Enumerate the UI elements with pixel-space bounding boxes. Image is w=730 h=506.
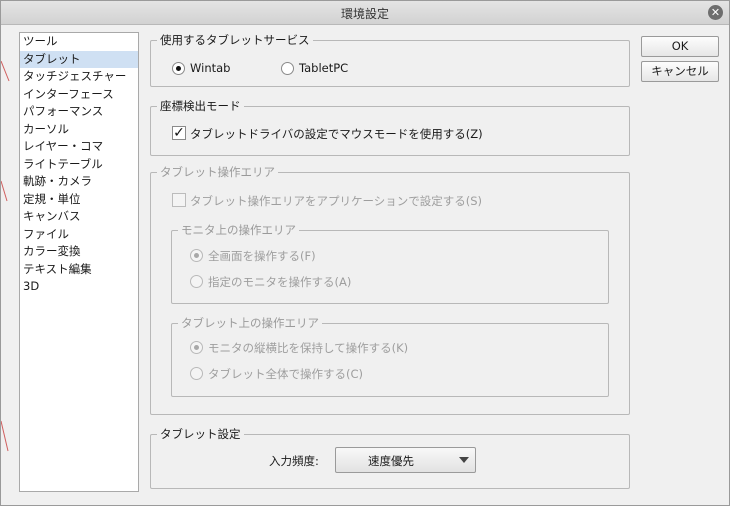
sidebar-item-layer-frame[interactable]: レイヤー・コマ	[20, 138, 138, 156]
full-screen-radio[interactable]	[190, 249, 203, 262]
tablet-area-legend: タブレット操作エリア	[160, 165, 275, 179]
sidebar-item-ruler-unit[interactable]: 定規・単位	[20, 191, 138, 209]
sidebar-item-text-edit[interactable]: テキスト編集	[20, 261, 138, 279]
tablet-surface-area-group: タブレット上の操作エリア	[171, 315, 609, 397]
input-frequency-label: 入力頻度:	[269, 454, 319, 468]
mouse-mode-label[interactable]: タブレットドライバの設定でマウスモードを使用する(Z)	[190, 126, 483, 142]
sidebar-item-tablet[interactable]: タブレット	[20, 50, 138, 68]
sidebar-item-canvas[interactable]: キャンバス	[20, 208, 138, 226]
specific-monitor-label[interactable]: 指定のモニタを操作する(A)	[208, 274, 351, 290]
cancel-button[interactable]: キャンセル	[641, 61, 719, 82]
keep-ratio-radio[interactable]	[190, 341, 203, 354]
background-red-stroke	[1, 61, 10, 452]
title-bar[interactable]: 環境設定 ✕	[1, 1, 729, 25]
tabletpc-label[interactable]: TabletPC	[299, 61, 348, 75]
app-area-checkbox[interactable]	[172, 193, 186, 207]
tablet-service-group: 使用するタブレットサービス	[150, 32, 630, 87]
tabletpc-radio[interactable]	[281, 62, 294, 75]
whole-tablet-label[interactable]: タブレット全体で操作する(C)	[208, 366, 363, 382]
window-title: 環境設定	[340, 7, 389, 21]
sidebar-item-light-table[interactable]: ライトテーブル	[20, 156, 138, 174]
full-screen-label[interactable]: 全画面を操作する(F)	[208, 248, 316, 264]
preferences-dialog: 環境設定 ✕ ツール タブレット タッチジェスチャー インターフェース パフォー…	[0, 0, 730, 506]
wintab-radio[interactable]	[172, 62, 185, 75]
sidebar-item-touch-gesture[interactable]: タッチジェスチャー	[20, 68, 138, 86]
sidebar-item-tool[interactable]: ツール	[20, 33, 138, 51]
mouse-mode-checkbox[interactable]: ✓	[172, 126, 186, 140]
sidebar-item-3d[interactable]: 3D	[20, 278, 138, 296]
app-area-label[interactable]: タブレット操作エリアをアプリケーションで設定する(S)	[190, 193, 482, 209]
sidebar-item-cursor[interactable]: カーソル	[20, 121, 138, 139]
sidebar-item-performance[interactable]: パフォーマンス	[20, 103, 138, 121]
sidebar-item-color-conversion[interactable]: カラー変換	[20, 243, 138, 261]
sidebar-item-trajectory-camera[interactable]: 軌跡・カメラ	[20, 173, 138, 191]
wintab-label[interactable]: Wintab	[190, 61, 230, 75]
input-frequency-select[interactable]: 速度優先	[335, 447, 476, 473]
chevron-down-icon	[459, 457, 469, 463]
input-frequency-value: 速度優先	[368, 454, 414, 468]
specific-monitor-radio[interactable]	[190, 275, 203, 288]
sidebar-item-file[interactable]: ファイル	[20, 226, 138, 244]
whole-tablet-radio[interactable]	[190, 367, 203, 380]
tablet-service-legend: 使用するタブレットサービス	[160, 33, 310, 47]
monitor-area-legend: モニタ上の操作エリア	[181, 223, 296, 237]
tablet-settings-legend: タブレット設定	[160, 427, 241, 441]
sidebar-item-interface[interactable]: インターフェース	[20, 86, 138, 104]
ok-button[interactable]: OK	[641, 36, 719, 57]
close-icon[interactable]: ✕	[708, 5, 723, 20]
tablet-surface-area-legend: タブレット上の操作エリア	[181, 316, 319, 330]
keep-ratio-label[interactable]: モニタの縦横比を保持して操作する(K)	[208, 340, 408, 356]
category-list[interactable]: ツール タブレット タッチジェスチャー インターフェース パフォーマンス カーソ…	[19, 32, 139, 492]
coordinate-mode-legend: 座標検出モード	[160, 99, 241, 113]
